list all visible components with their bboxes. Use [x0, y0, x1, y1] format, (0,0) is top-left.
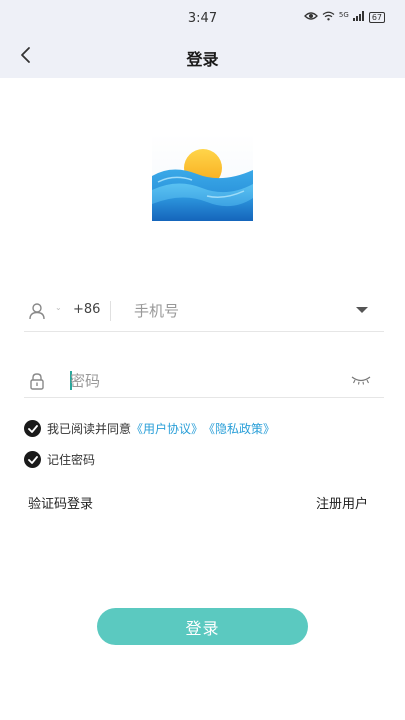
battery-icon: 67 [368, 12, 385, 23]
sms-login-link[interactable]: 验证码登录 [28, 493, 93, 512]
register-link[interactable]: 注册用户 [316, 493, 368, 512]
network-type: 5G [338, 10, 349, 19]
country-code[interactable]: +86 [73, 302, 100, 317]
signal-icon [352, 11, 365, 24]
lock-icon [27, 371, 47, 391]
app-logo [152, 134, 253, 221]
user-agreement-link[interactable]: 《用户协议》 [131, 420, 203, 437]
status-bar: 3:47 5G 67 [0, 0, 405, 36]
status-icons: 5G 67 [304, 11, 385, 24]
remember-checkbox[interactable] [24, 451, 41, 468]
agreement-row: 我已阅读并同意 《用户协议》 《隐私政策》 [24, 420, 275, 437]
privacy-policy-link[interactable]: 《隐私政策》 [203, 420, 275, 437]
wifi-icon [322, 11, 335, 24]
password-input-row [24, 362, 384, 398]
password-input[interactable] [70, 370, 320, 392]
eye-status-icon [304, 11, 318, 24]
login-button[interactable]: 登录 [97, 608, 308, 645]
page-title: 登录 [186, 50, 219, 69]
nav-bar: 登录 [0, 36, 405, 78]
agreement-checkbox[interactable] [24, 420, 41, 437]
agreement-text: 我已阅读并同意 [47, 422, 132, 436]
country-code-caret-icon[interactable]: ⌄ [55, 303, 62, 312]
phone-input-row: ⌄ +86 [24, 292, 384, 332]
eye-closed-icon[interactable] [350, 372, 372, 388]
caret-down-icon[interactable] [354, 304, 370, 316]
divider [110, 301, 111, 321]
user-icon [27, 301, 47, 321]
phone-input[interactable] [134, 300, 334, 322]
remember-row: 记住密码 [24, 451, 95, 468]
remember-label: 记住密码 [47, 453, 96, 467]
